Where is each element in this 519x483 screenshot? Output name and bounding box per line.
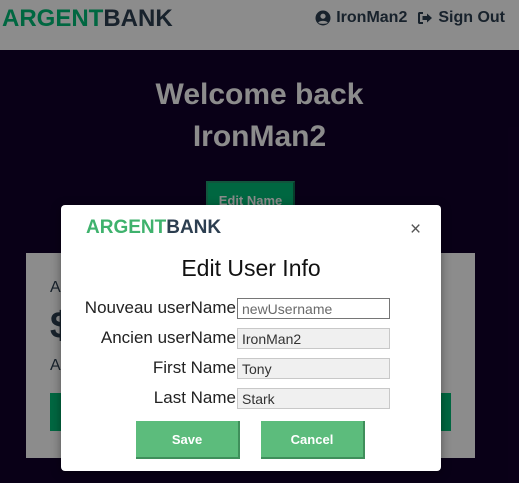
modal-title: Edit User Info <box>181 255 321 281</box>
edit-user-modal: ARGENTBANK × Edit User Info Nouveau user… <box>61 205 441 471</box>
first-name-input <box>237 358 390 379</box>
field-row-old-username: Ancien userName <box>61 327 441 351</box>
close-icon[interactable]: × <box>410 220 421 240</box>
new-username-input[interactable] <box>237 298 390 319</box>
field-row-new-username: Nouveau userName <box>61 297 441 321</box>
field-row-first-name: First Name <box>61 357 441 381</box>
save-button[interactable]: Save <box>136 421 240 459</box>
modal-logo-bank: BANK <box>166 217 222 238</box>
first-name-label: First Name <box>152 358 236 377</box>
last-name-input <box>237 388 390 409</box>
modal-logo: ARGENTBANK <box>86 217 221 239</box>
modal-logo-argent: ARGENT <box>86 217 167 238</box>
old-username-label: Ancien userName <box>100 328 236 347</box>
new-username-label: Nouveau userName <box>84 298 236 317</box>
last-name-label: Last Name <box>153 388 236 407</box>
old-username-input <box>237 328 390 349</box>
cancel-button[interactable]: Cancel <box>261 421 365 459</box>
field-row-last-name: Last Name <box>61 387 441 411</box>
